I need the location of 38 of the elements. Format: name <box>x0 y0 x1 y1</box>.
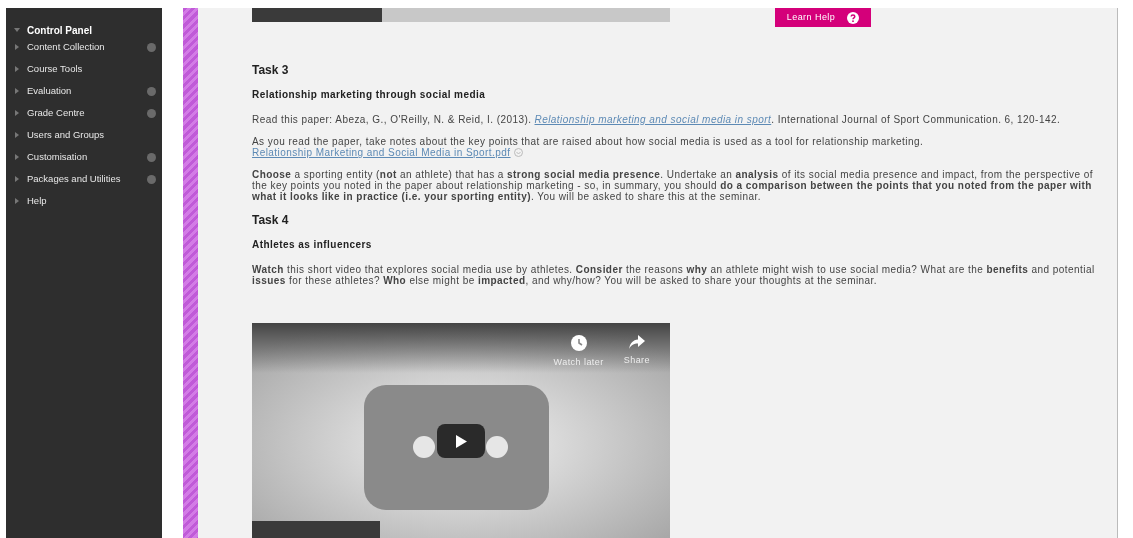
expand-triangle-icon <box>14 132 20 138</box>
expand-triangle-icon <box>14 154 20 160</box>
options-circle-icon[interactable] <box>147 152 156 162</box>
sidebar-heading[interactable]: Control Panel <box>27 22 92 38</box>
sidebar-item[interactable]: Help <box>27 193 156 209</box>
sidebar-item[interactable]: Users and Groups <box>27 127 156 143</box>
sidebar-item[interactable]: Course Tools <box>27 61 156 77</box>
options-circle-icon[interactable] <box>147 86 156 96</box>
expand-triangle-icon <box>14 198 20 204</box>
options-circle-icon[interactable] <box>513 148 523 157</box>
paragraph: Choose a sporting entity (not an athlete) that has a strong social media presence. Undertake an analysis of its social media presence and impact, from the perspective of the key points you noted in the paper about relationship marketing - so, in summary, you should do a comparison between the points that you noted from the paper with what it looks like in practice (i.e. your sporting entity). You will be asked to share this at the seminar. <box>252 169 1094 202</box>
clock-icon <box>570 335 587 351</box>
task-heading: Task 4 <box>252 213 290 227</box>
citation-paragraph: Read this paper: Abeza, G., O'Reilly, N. & Reid, I. (2013). Relationship marketing and social media in sport. International Journal of Sport Communication. 6, 120-142. <box>252 114 1062 125</box>
options-circle-icon[interactable] <box>147 108 156 118</box>
play-icon <box>455 434 467 448</box>
collapse-triangle-icon <box>14 27 20 33</box>
sidebar-item[interactable]: Evaluation <box>27 83 140 99</box>
play-button[interactable] <box>437 424 485 458</box>
task-subheading: Athletes as influencers <box>252 239 373 250</box>
paragraph: As you read the paper, take notes about the key points that are raised about how social media is used as a tool for relationship marketing. <box>252 136 925 147</box>
task-subheading: Relationship marketing through social media <box>252 89 487 100</box>
learn-help-button[interactable]: Learn Help <box>775 8 871 27</box>
paragraph: Watch this short video that explores social media use by athletes. Consider the reasons why an athlete might wish to use social media? What are the benefits and potential issues for these athletes? Who else might be impacted, and why/how? You will be asked to share your thoughts at the seminar. <box>252 264 1096 286</box>
options-circle-icon[interactable] <box>147 42 156 52</box>
help-icon <box>847 11 860 24</box>
sidebar-item[interactable]: Customisation <box>27 149 140 165</box>
expand-triangle-icon <box>14 88 20 94</box>
expand-triangle-icon <box>14 176 20 182</box>
task-heading: Task 3 <box>252 63 290 77</box>
share-arrow-icon <box>628 335 645 349</box>
expand-triangle-icon <box>14 44 20 50</box>
sidebar-item[interactable]: Packages and Utilities <box>27 171 140 187</box>
sidebar-item[interactable]: Grade Centre <box>27 105 140 121</box>
expand-triangle-icon <box>14 66 20 72</box>
options-circle-icon[interactable] <box>147 174 156 184</box>
sidebar-item[interactable]: Content Collection <box>27 39 140 55</box>
expand-triangle-icon <box>14 110 20 116</box>
